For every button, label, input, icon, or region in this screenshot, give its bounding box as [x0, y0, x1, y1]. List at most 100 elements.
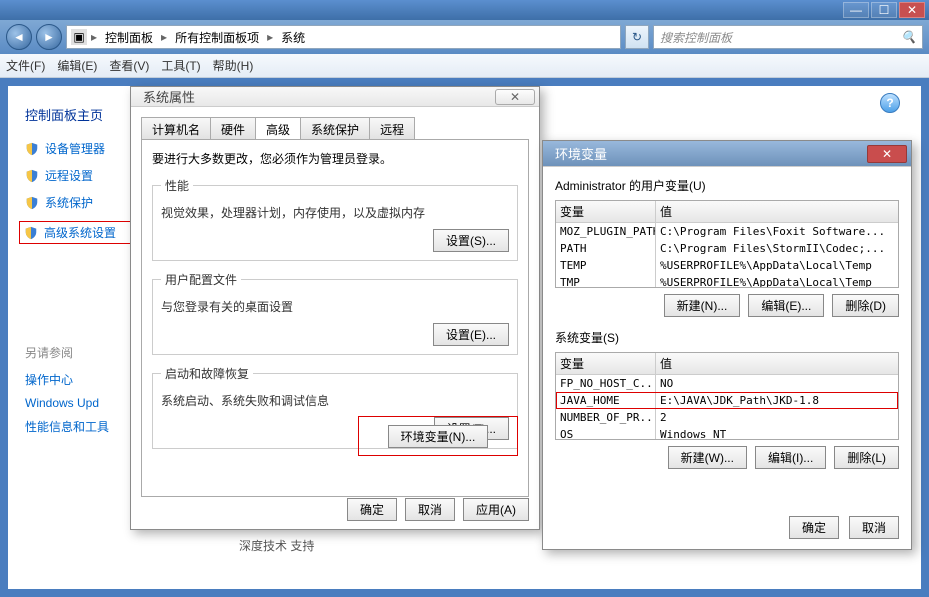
table-row[interactable]: JAVA_HOMEE:\JAVA\JDK_Path\JKD-1.8	[556, 392, 898, 409]
chevron-right-icon: ▸	[91, 30, 97, 44]
dialog-title: 环境变量	[547, 144, 607, 163]
sidebar-item-label: 远程设置	[45, 167, 93, 184]
sys-vars-label: 系统变量(S)	[555, 329, 899, 346]
table-row[interactable]: TMP%USERPROFILE%\AppData\Local\Temp	[556, 274, 898, 288]
shield-icon	[25, 196, 39, 210]
user-vars-label: Administrator 的用户变量(U)	[555, 177, 899, 194]
menu-help[interactable]: 帮助(H)	[213, 57, 254, 74]
table-row[interactable]: NUMBER_OF_PR...2	[556, 409, 898, 426]
menu-view[interactable]: 查看(V)	[109, 57, 149, 74]
apply-button[interactable]: 应用(A)	[463, 498, 529, 521]
dialog-title: 系统属性	[135, 87, 195, 106]
tab-hardware[interactable]: 硬件	[210, 117, 256, 139]
sys-vars-grid[interactable]: 变量 值 FP_NO_HOST_C...NOJAVA_HOMEE:\JAVA\J…	[555, 352, 899, 440]
var-name: MOZ_PLUGIN_PATH	[556, 223, 656, 240]
var-value: Windows NT	[656, 426, 898, 440]
breadcrumb-item[interactable]: 控制面板	[101, 29, 157, 46]
var-name: FP_NO_HOST_C...	[556, 375, 656, 392]
menu-edit[interactable]: 编辑(E)	[57, 57, 97, 74]
refresh-button[interactable]: ↻	[625, 25, 649, 49]
window-titlebar: — ☐ ✕	[0, 0, 929, 20]
user-profile-group: 用户配置文件 与您登录有关的桌面设置 设置(E)...	[152, 271, 518, 355]
group-label: 性能	[161, 177, 193, 194]
back-button[interactable]: ◄	[6, 24, 32, 50]
cancel-button[interactable]: 取消	[405, 498, 455, 521]
sys-new-button[interactable]: 新建(W)...	[668, 446, 747, 469]
var-value: C:\Program Files\StormII\Codec;...	[656, 240, 898, 257]
ok-button[interactable]: 确定	[347, 498, 397, 521]
environment-variables-dialog: 环境变量 ✕ Administrator 的用户变量(U) 变量 值 MOZ_P…	[542, 140, 912, 550]
maximize-button[interactable]: ☐	[871, 2, 897, 18]
dialog-titlebar: 系统属性 ✕	[131, 87, 539, 107]
col-variable[interactable]: 变量	[556, 353, 656, 374]
table-row[interactable]: PATHC:\Program Files\StormII\Codec;...	[556, 240, 898, 257]
var-name: TEMP	[556, 257, 656, 274]
var-name: PATH	[556, 240, 656, 257]
sys-edit-button[interactable]: 编辑(I)...	[755, 446, 826, 469]
tab-advanced[interactable]: 高级	[255, 117, 301, 139]
tabs: 计算机名 硬件 高级 系统保护 远程	[141, 117, 529, 139]
env-vars-highlight: 环境变量(N)...	[358, 416, 518, 456]
shield-icon	[24, 226, 38, 240]
sidebar-item-label: 设备管理器	[45, 140, 105, 157]
chevron-right-icon: ▸	[161, 30, 167, 44]
tab-system-protection[interactable]: 系统保护	[300, 117, 370, 139]
search-icon[interactable]: 🔍	[901, 30, 916, 44]
breadcrumb-bar[interactable]: ▣ ▸ 控制面板 ▸ 所有控制面板项 ▸ 系统	[66, 25, 621, 49]
breadcrumb-item[interactable]: 系统	[277, 29, 309, 46]
user-delete-button[interactable]: 删除(D)	[832, 294, 899, 317]
shield-icon	[25, 142, 39, 156]
shield-icon	[25, 169, 39, 183]
menu-file[interactable]: 文件(F)	[6, 57, 45, 74]
sidebar-item-label: 高级系统设置	[44, 224, 116, 241]
user-new-button[interactable]: 新建(N)...	[664, 294, 741, 317]
chevron-right-icon: ▸	[267, 30, 273, 44]
col-variable[interactable]: 变量	[556, 201, 656, 222]
col-value[interactable]: 值	[656, 353, 898, 374]
control-panel-icon: ▣	[71, 29, 87, 45]
performance-settings-button[interactable]: 设置(S)...	[433, 229, 509, 252]
var-value: E:\JAVA\JDK_Path\JKD-1.8	[656, 392, 898, 409]
var-value: %USERPROFILE%\AppData\Local\Temp	[656, 274, 898, 288]
var-name: NUMBER_OF_PR...	[556, 409, 656, 426]
dialog-close-button[interactable]: ✕	[495, 89, 535, 105]
menu-tools[interactable]: 工具(T)	[161, 57, 200, 74]
tab-remote[interactable]: 远程	[369, 117, 415, 139]
breadcrumb-item[interactable]: 所有控制面板项	[171, 29, 263, 46]
group-label: 用户配置文件	[161, 271, 241, 288]
dialog-footer: 确定 取消 应用(A)	[347, 498, 529, 521]
minimize-button[interactable]: —	[843, 2, 869, 18]
table-row[interactable]: MOZ_PLUGIN_PATHC:\Program Files\Foxit So…	[556, 223, 898, 240]
tab-computer-name[interactable]: 计算机名	[141, 117, 211, 139]
forward-button[interactable]: ►	[36, 24, 62, 50]
user-vars-grid[interactable]: 变量 值 MOZ_PLUGIN_PATHC:\Program Files\Fox…	[555, 200, 899, 288]
user-edit-button[interactable]: 编辑(E)...	[748, 294, 824, 317]
admin-required-text: 要进行大多数更改，您必须作为管理员登录。	[152, 150, 518, 167]
tab-body: 要进行大多数更改，您必须作为管理员登录。 性能 视觉效果，处理器计划，内存使用，…	[141, 139, 529, 497]
col-value[interactable]: 值	[656, 201, 898, 222]
search-input[interactable]: 搜索控制面板 🔍	[653, 25, 923, 49]
cancel-button[interactable]: 取消	[849, 516, 899, 539]
menu-bar: 文件(F) 编辑(E) 查看(V) 工具(T) 帮助(H)	[0, 54, 929, 78]
var-value: NO	[656, 375, 898, 392]
sys-delete-button[interactable]: 删除(L)	[834, 446, 899, 469]
performance-group: 性能 视觉效果，处理器计划，内存使用，以及虚拟内存 设置(S)...	[152, 177, 518, 261]
var-value: C:\Program Files\Foxit Software...	[656, 223, 898, 240]
var-value: 2	[656, 409, 898, 426]
var-value: %USERPROFILE%\AppData\Local\Temp	[656, 257, 898, 274]
profile-settings-button[interactable]: 设置(E)...	[433, 323, 509, 346]
search-placeholder: 搜索控制面板	[660, 29, 732, 46]
dialog-close-button[interactable]: ✕	[867, 145, 907, 163]
group-label: 启动和故障恢复	[161, 365, 253, 382]
system-properties-dialog: 系统属性 ✕ 计算机名 硬件 高级 系统保护 远程 要进行大多数更改，您必须作为…	[130, 86, 540, 530]
var-name: OS	[556, 426, 656, 440]
table-row[interactable]: FP_NO_HOST_C...NO	[556, 375, 898, 392]
close-button[interactable]: ✕	[899, 2, 925, 18]
table-row[interactable]: OSWindows NT	[556, 426, 898, 440]
environment-variables-button[interactable]: 环境变量(N)...	[388, 425, 489, 448]
system-variables-section: 系统变量(S) 变量 值 FP_NO_HOST_C...NOJAVA_HOMEE…	[555, 329, 899, 469]
user-variables-section: Administrator 的用户变量(U) 变量 值 MOZ_PLUGIN_P…	[555, 177, 899, 317]
ok-button[interactable]: 确定	[789, 516, 839, 539]
table-row[interactable]: TEMP%USERPROFILE%\AppData\Local\Temp	[556, 257, 898, 274]
var-name: JAVA_HOME	[556, 392, 656, 409]
